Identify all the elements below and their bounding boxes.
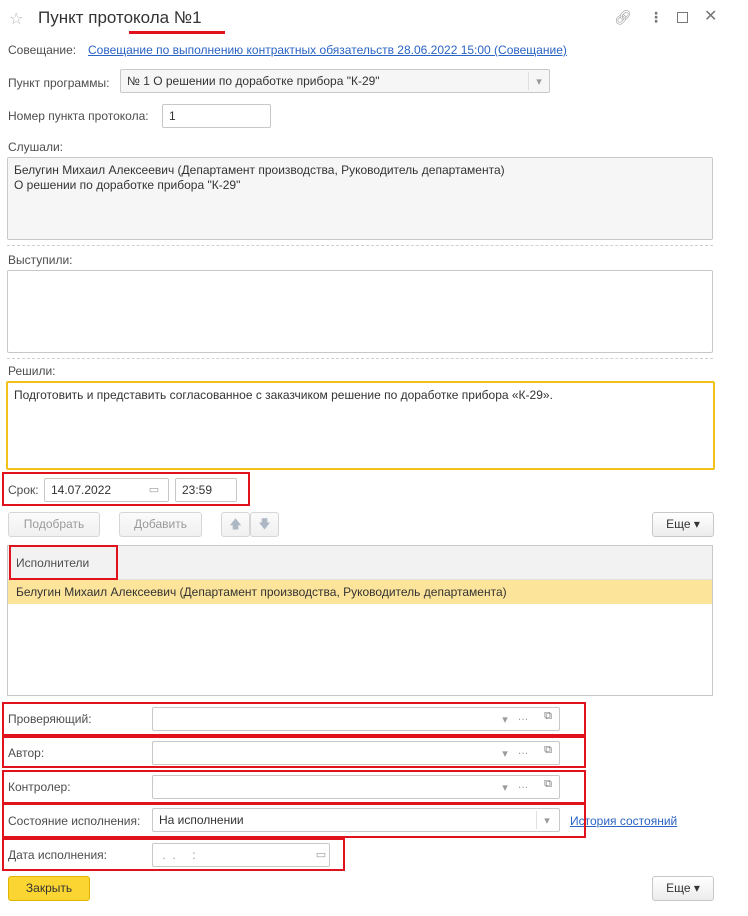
more-vertical-icon[interactable]: ⋮ — [649, 9, 663, 26]
heard-textarea[interactable]: Белугин Михаил Алексеевич (Департамент п… — [7, 157, 713, 240]
executors-header-label: Исполнители — [16, 556, 90, 570]
select-ellipsis-icon[interactable]: … — [516, 745, 530, 757]
decided-value: Подготовить и представить согласованное … — [14, 388, 553, 402]
close-icon[interactable]: ✕ — [704, 6, 717, 26]
window-title: Пункт протокола №1 — [38, 8, 202, 27]
calendar-icon[interactable]: ▭ — [147, 483, 161, 496]
select-ellipsis-icon[interactable]: … — [516, 711, 530, 723]
calendar-icon[interactable]: ▭ — [314, 848, 328, 861]
status-sep — [536, 811, 537, 829]
star-icon[interactable]: ☆ — [9, 9, 23, 29]
title-underline — [129, 31, 225, 34]
arrow-down-icon: 🡇 — [258, 517, 271, 531]
meeting-link[interactable]: Совещание по выполнению контрактных обяз… — [88, 43, 567, 57]
protocol-number-label: Номер пункта протокола: — [8, 109, 149, 123]
executors-table-header[interactable]: Исполнители — [8, 546, 712, 580]
more-button[interactable]: Еще ▾ — [652, 512, 714, 537]
title-bar: ☆ Пункт протокола №1 🔗︎ ⋮ ✕ — [0, 0, 748, 38]
protocol-number-value: 1 — [169, 109, 176, 123]
executor-name: Белугин Михаил Алексеевич (Департамент п… — [16, 585, 507, 599]
pick-button[interactable]: Подобрать — [8, 512, 100, 537]
program-item-field[interactable]: № 1 О решении по доработке прибора "К-29… — [120, 69, 550, 93]
dropdown-arrow-icon[interactable]: ▾ — [498, 781, 512, 794]
dropdown-arrow-icon[interactable]: ▾ — [532, 75, 546, 88]
open-form-icon[interactable]: ⧉ — [541, 778, 555, 791]
status-history-link[interactable]: История состояний — [570, 814, 677, 828]
open-form-icon[interactable]: ⧉ — [541, 744, 555, 757]
link-icon[interactable]: 🔗︎ — [614, 9, 632, 26]
heard-label: Слушали: — [8, 140, 64, 154]
completion-date-placeholder: . . : — [159, 848, 203, 862]
reviewer-label: Проверяющий: — [8, 712, 92, 726]
status-field[interactable]: На исполнении — [152, 808, 560, 832]
dropdown-arrow-icon[interactable]: ▾ — [498, 713, 512, 726]
open-form-icon[interactable]: ⧉ — [541, 710, 555, 723]
heard-line-1: Белугин Михаил Алексеевич (Департамент п… — [14, 163, 505, 177]
select-ellipsis-icon[interactable]: … — [516, 779, 530, 791]
meeting-label: Совещание: — [8, 43, 77, 57]
program-item-value: № 1 О решении по доработке прибора "К-29… — [127, 74, 380, 88]
deadline-label: Срок: — [8, 483, 39, 497]
author-label: Автор: — [8, 746, 45, 760]
divider — [7, 245, 713, 246]
add-button[interactable]: Добавить — [119, 512, 202, 537]
close-button[interactable]: Закрыть — [8, 876, 90, 901]
controller-label: Контролер: — [8, 780, 71, 794]
protocol-number-input[interactable]: 1 — [162, 104, 271, 128]
deadline-date-value: 14.07.2022 — [51, 483, 112, 497]
dropdown-arrow-icon[interactable]: ▾ — [540, 814, 554, 827]
more-button-footer[interactable]: Еще ▾ — [652, 876, 714, 901]
status-value: На исполнении — [159, 813, 244, 827]
table-row[interactable]: Белугин Михаил Алексеевич (Департамент п… — [8, 580, 712, 604]
spoke-textarea[interactable] — [7, 270, 713, 353]
maximize-icon[interactable] — [677, 12, 688, 23]
program-item-sep — [528, 72, 529, 90]
executors-table: Исполнители Белугин Михаил Алексеевич (Д… — [7, 545, 713, 696]
dropdown-arrow-icon[interactable]: ▾ — [498, 747, 512, 760]
completion-date-label: Дата исполнения: — [8, 848, 107, 862]
decided-label: Решили: — [8, 364, 56, 378]
completion-date-input[interactable]: . . : — [152, 843, 330, 867]
deadline-time-value: 23:59 — [182, 483, 213, 497]
move-up-button[interactable]: 🡅 — [221, 512, 250, 537]
spoke-label: Выступили: — [8, 253, 73, 267]
heard-line-2: О решении по доработке прибора "К-29" — [14, 178, 241, 192]
status-label: Состояние исполнения: — [8, 814, 141, 828]
arrow-up-icon: 🡅 — [229, 517, 242, 531]
deadline-time-input[interactable]: 23:59 — [175, 478, 237, 502]
decided-textarea[interactable]: Подготовить и представить согласованное … — [6, 381, 715, 470]
divider — [7, 358, 713, 359]
move-down-button[interactable]: 🡇 — [250, 512, 279, 537]
program-item-label: Пункт программы: — [8, 76, 110, 90]
